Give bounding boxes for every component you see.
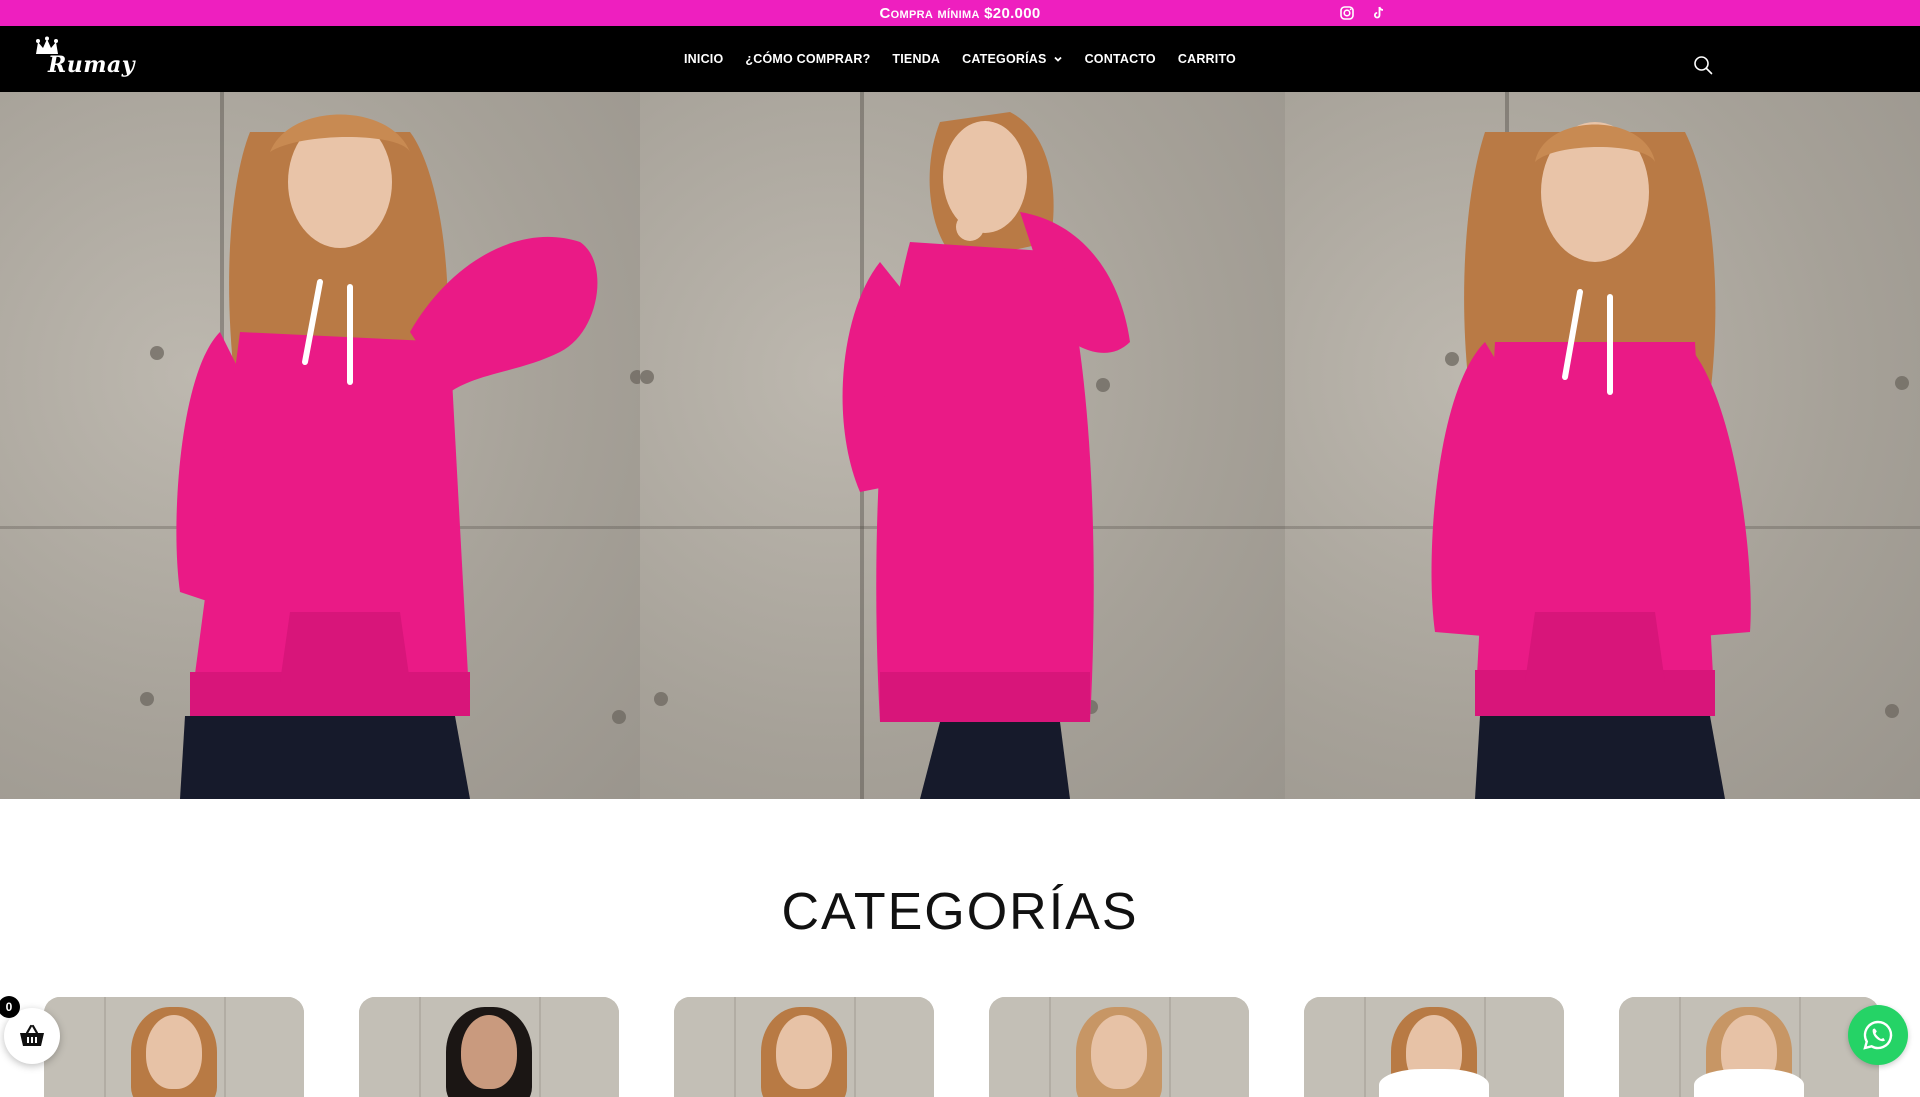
tiktok-icon[interactable] [1370,4,1388,22]
nav-item-tienda[interactable]: TIENDA [892,52,940,66]
categories-grid [44,997,1879,1097]
basket-icon [20,1024,44,1046]
instagram-icon[interactable] [1338,4,1356,22]
card-head [776,1015,832,1089]
promo-text: Compra mínima $20.000 [879,4,1041,22]
nav-label: TIENDA [892,52,941,66]
nav-label: CATEGORÍAS [962,52,1047,66]
nav-label: CARRITO [1177,52,1236,66]
card-head [461,1015,517,1089]
social-links [1338,4,1388,22]
whatsapp-button[interactable] [1848,1005,1908,1065]
category-card[interactable] [359,997,619,1097]
nav-label: CONTACTO [1084,52,1156,66]
category-card[interactable] [44,997,304,1097]
categories-title: CATEGORÍAS [781,883,1139,941]
hero-image-1 [0,92,640,799]
whatsapp-icon [1863,1020,1893,1050]
card-top [1379,1069,1489,1097]
category-card[interactable] [674,997,934,1097]
search-button[interactable] [1692,54,1714,76]
site-header: Rumay INICIO ¿CÓMO COMPRAR? TIENDA CATEG… [0,26,1920,92]
nav-item-inicio[interactable]: INICIO [684,52,723,66]
hero-image-3 [1285,92,1920,799]
card-top [1694,1069,1804,1097]
card-head [146,1015,202,1089]
chevron-down-icon [1053,56,1062,62]
category-card[interactable] [1304,997,1564,1097]
nav-item-como-comprar[interactable]: ¿CÓMO COMPRAR? [745,52,870,66]
nav-item-carrito[interactable]: CARRITO [1178,52,1236,66]
nav-item-contacto[interactable]: CONTACTO [1085,52,1156,66]
logo-text: Rumay [48,52,136,78]
model-pink-hoodie [176,114,598,799]
card-head [1091,1015,1147,1089]
hero-slider [0,92,1920,799]
search-icon [1694,56,1713,75]
category-card[interactable] [989,997,1249,1097]
nav-label: ¿CÓMO COMPRAR? [745,52,871,66]
promo-bar: Compra mínima $20.000 [0,0,1920,26]
nav-label: INICIO [684,52,724,66]
hero-image-2 [640,92,1285,799]
site-logo[interactable]: Rumay [34,36,144,82]
category-card[interactable] [1619,997,1879,1097]
model-pink-hoodie [1431,122,1751,799]
nav-item-categorias[interactable]: CATEGORÍAS [962,52,1062,66]
model-pink-hoodie [842,112,1130,799]
main-nav: INICIO ¿CÓMO COMPRAR? TIENDA CATEGORÍAS … [684,26,1236,92]
